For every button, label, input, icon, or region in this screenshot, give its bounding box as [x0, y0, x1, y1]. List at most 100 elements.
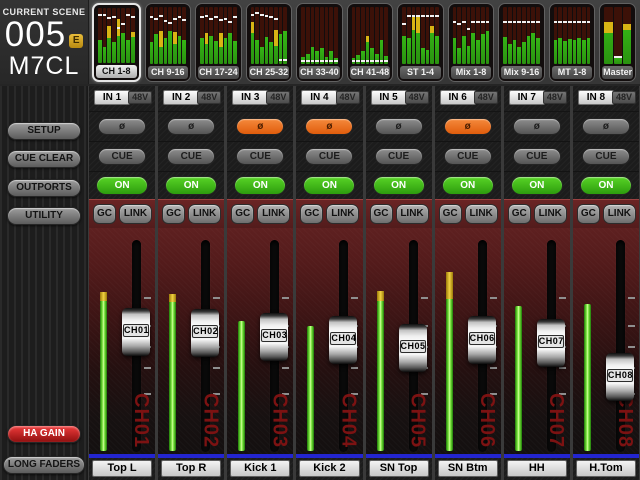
- input-patch-button[interactable]: IN 1: [94, 90, 130, 105]
- phase-button[interactable]: ø: [236, 118, 285, 135]
- cue-button[interactable]: CUE: [236, 148, 285, 165]
- channel-name[interactable]: SN Top: [368, 460, 429, 477]
- channel-name[interactable]: HH: [506, 460, 567, 477]
- channel-on-button[interactable]: ON: [234, 176, 287, 195]
- channel-id-vertical-label: CH04: [337, 392, 360, 448]
- phantom-48v-button[interactable]: 48V: [266, 91, 291, 104]
- fader-cap[interactable]: CH02: [191, 309, 220, 357]
- tab-ch-9-16[interactable]: CH 9-16: [144, 3, 192, 82]
- meter-fill: [503, 36, 507, 64]
- gain-comp-button[interactable]: GC: [162, 204, 186, 224]
- tab-ch-25-32[interactable]: CH 25-32: [245, 3, 293, 82]
- cue-button[interactable]: CUE: [581, 148, 630, 165]
- meter-fill: [315, 51, 319, 64]
- input-patch-button[interactable]: IN 5: [370, 90, 407, 105]
- tab-meter-thumbnail: [301, 7, 338, 64]
- ha-gain-button[interactable]: HA GAIN: [7, 425, 81, 443]
- channel-name[interactable]: Top R: [161, 460, 222, 477]
- setup-button[interactable]: SETUP: [7, 122, 81, 140]
- cue-button[interactable]: CUE: [443, 148, 492, 165]
- fader-cap[interactable]: CH07: [536, 319, 565, 367]
- link-button[interactable]: LINK: [602, 204, 636, 224]
- tab-master[interactable]: Master: [599, 3, 637, 82]
- channel-on-button[interactable]: ON: [372, 176, 425, 195]
- gain-comp-button[interactable]: GC: [507, 204, 531, 224]
- channel-on-button[interactable]: ON: [579, 176, 632, 195]
- cue-button[interactable]: CUE: [512, 148, 561, 165]
- meter-bar: [457, 7, 462, 64]
- input-patch-button[interactable]: IN 3: [232, 90, 269, 105]
- phase-button[interactable]: ø: [581, 118, 630, 135]
- channel-name[interactable]: H.Tom: [575, 460, 636, 477]
- link-button[interactable]: LINK: [395, 204, 429, 224]
- tab-mix-1-8[interactable]: Mix 1-8: [447, 3, 495, 82]
- fader-cap[interactable]: CH01: [122, 308, 150, 356]
- level-meter: [583, 304, 591, 451]
- cue-button[interactable]: CUE: [98, 148, 147, 165]
- meter-bar: [121, 8, 126, 63]
- input-patch-button[interactable]: IN 4: [301, 90, 338, 105]
- tab-mt-1-8[interactable]: MT 1-8: [548, 3, 596, 82]
- fader-cap[interactable]: CH03: [260, 313, 289, 361]
- gain-comp-button[interactable]: GC: [300, 204, 324, 224]
- phase-button[interactable]: ø: [167, 118, 216, 135]
- gain-comp-button[interactable]: GC: [438, 204, 462, 224]
- channel-on-button[interactable]: ON: [96, 176, 149, 195]
- link-button[interactable]: LINK: [326, 204, 360, 224]
- utility-button[interactable]: UTILITY: [7, 207, 81, 225]
- fader-cap[interactable]: CH08: [605, 353, 634, 401]
- meter-fill: [214, 41, 218, 64]
- cue-button[interactable]: CUE: [374, 148, 423, 165]
- input-patch-button[interactable]: IN 2: [163, 90, 200, 105]
- fader-cap[interactable]: CH04: [329, 316, 358, 364]
- fader-cap[interactable]: CH06: [467, 316, 496, 364]
- phase-button[interactable]: ø: [98, 118, 147, 135]
- link-button[interactable]: LINK: [188, 204, 222, 224]
- phantom-48v-button[interactable]: 48V: [404, 91, 429, 104]
- phantom-48v-button[interactable]: 48V: [473, 91, 498, 104]
- gain-comp-button[interactable]: GC: [231, 204, 255, 224]
- phantom-48v-button[interactable]: 48V: [128, 91, 153, 104]
- phantom-48v-button[interactable]: 48V: [542, 91, 567, 104]
- tab-ch-33-40[interactable]: CH 33-40: [296, 3, 343, 82]
- phase-button[interactable]: ø: [443, 118, 492, 135]
- channel-name[interactable]: Top L: [92, 460, 153, 477]
- link-button[interactable]: LINK: [257, 204, 291, 224]
- long-faders-button[interactable]: LONG FADERS: [3, 456, 85, 474]
- gain-comp-button[interactable]: GC: [93, 204, 116, 224]
- tab-st-1-4[interactable]: ST 1-4: [397, 3, 444, 82]
- tab-ch-41-48[interactable]: CH 41-48: [346, 3, 394, 82]
- phantom-48v-button[interactable]: 48V: [612, 91, 636, 104]
- gain-comp-button[interactable]: GC: [576, 204, 600, 224]
- input-patch-button[interactable]: IN 6: [439, 90, 476, 105]
- cue-clear-button[interactable]: CUE CLEAR: [7, 150, 81, 168]
- gain-comp-button[interactable]: GC: [369, 204, 393, 224]
- input-patch-button[interactable]: IN 7: [508, 90, 545, 105]
- tab-ch-1-8[interactable]: CH 1-8: [92, 3, 141, 82]
- fader-position-mark: [324, 59, 329, 62]
- channel-on-button[interactable]: ON: [510, 176, 563, 195]
- outports-button[interactable]: OUTPORTS: [7, 179, 81, 197]
- channel-on-button[interactable]: ON: [441, 176, 494, 195]
- tab-ch-17-24[interactable]: CH 17-24: [195, 3, 242, 82]
- fader-position-mark: [168, 22, 172, 25]
- phantom-48v-button[interactable]: 48V: [335, 91, 360, 104]
- cue-button[interactable]: CUE: [167, 148, 216, 165]
- phase-button[interactable]: ø: [512, 118, 561, 135]
- current-scene-panel[interactable]: CURRENT SCENE 005 E M7CL: [0, 0, 89, 84]
- phase-button[interactable]: ø: [305, 118, 354, 135]
- link-button[interactable]: LINK: [119, 204, 152, 224]
- phantom-48v-button[interactable]: 48V: [197, 91, 222, 104]
- channel-on-button[interactable]: ON: [165, 176, 218, 195]
- cue-button[interactable]: CUE: [305, 148, 354, 165]
- tab-mix-9-16[interactable]: Mix 9-16: [498, 3, 545, 82]
- channel-on-button[interactable]: ON: [303, 176, 356, 195]
- channel-name[interactable]: Kick 2: [299, 460, 360, 477]
- input-patch-button[interactable]: IN 8: [577, 90, 614, 105]
- fader-cap[interactable]: CH05: [398, 324, 427, 372]
- channel-name[interactable]: SN Btm: [437, 460, 498, 477]
- link-button[interactable]: LINK: [464, 204, 498, 224]
- phase-button[interactable]: ø: [374, 118, 423, 135]
- link-button[interactable]: LINK: [533, 204, 567, 224]
- channel-name[interactable]: Kick 1: [230, 460, 291, 477]
